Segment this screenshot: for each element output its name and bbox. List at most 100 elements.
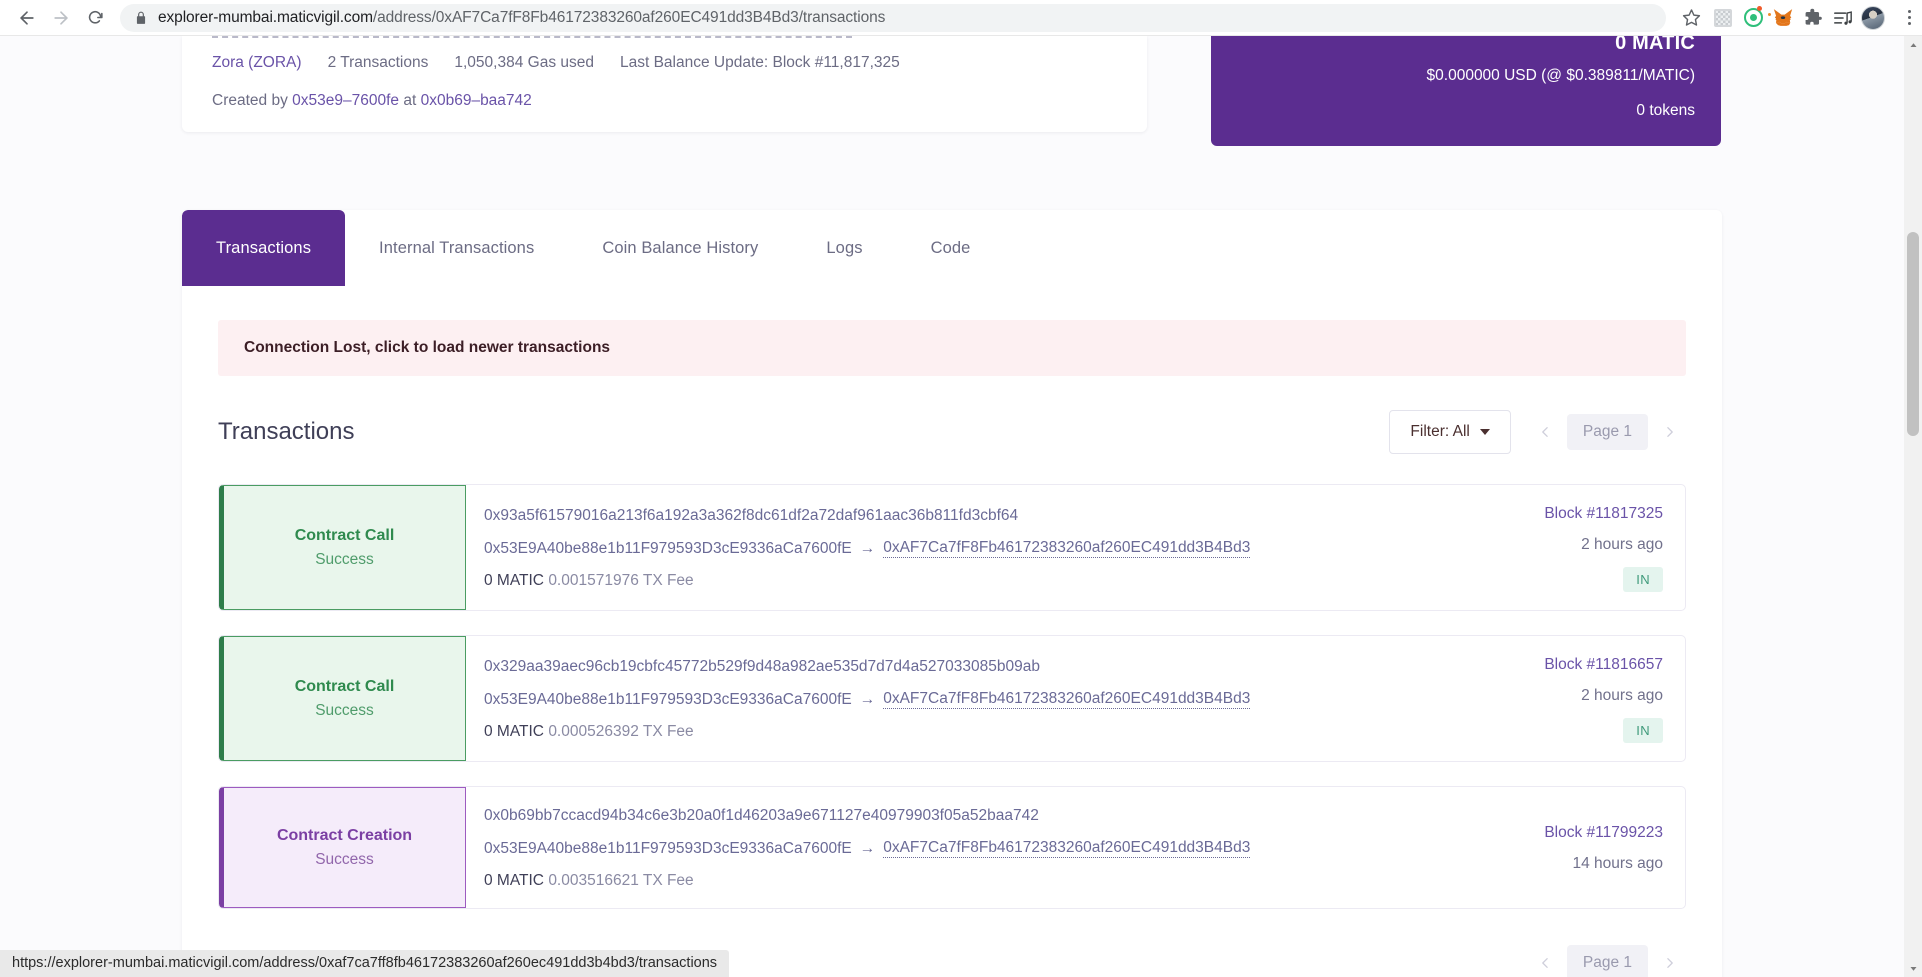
page-title: Transactions <box>218 418 355 445</box>
blockscout-address-page: Zora (ZORA) 2 Transactions 1,050,384 Gas… <box>0 36 1904 977</box>
tx-hash-link[interactable]: 0x93a5f61579016a213f6a192a3a362f8dc61df2… <box>484 507 1461 525</box>
tx-details: 0x329aa39aec96cb19cbfc45772b529f9d48a982… <box>466 636 1485 761</box>
tx-value-line: 0 MATIC 0.000526392 TX Fee <box>484 723 1461 741</box>
tx-type-badge: Contract Creation Success <box>219 787 466 908</box>
reload-button[interactable] <box>78 1 112 35</box>
address-meta-line: Zora (ZORA) 2 Transactions 1,050,384 Gas… <box>212 52 1117 72</box>
tab-transactions[interactable]: Transactions <box>182 210 346 286</box>
tx-fee: 0.000526392 TX Fee <box>548 723 694 740</box>
tx-address-line: 0x53E9A40be88e1b11F979593D3cE9336aCa7600… <box>484 839 1461 858</box>
prev-page-icon[interactable] <box>1529 415 1563 449</box>
filter-label: Filter: All <box>1410 423 1470 440</box>
table-row[interactable]: Contract Call Success 0x329aa39aec96cb19… <box>218 635 1686 762</box>
tx-address-line: 0x53E9A40be88e1b11F979593D3cE9336aCa7600… <box>484 539 1461 558</box>
profile-avatar[interactable] <box>1858 3 1888 33</box>
tx-to-address[interactable]: 0xAF7Ca7fF8Fb46172383260af260EC491dd3B4B… <box>883 539 1251 558</box>
extensions-area <box>1708 3 1896 33</box>
created-by-line: Created by 0x53e9–7600fe at 0x0b69–baa74… <box>212 92 1117 110</box>
tab-coin-balance-history[interactable]: Coin Balance History <box>568 210 792 286</box>
tx-type-label: Contract Creation <box>276 826 413 844</box>
tx-type-badge: Contract Call Success <box>219 636 466 761</box>
tx-address-line: 0x53E9A40be88e1b11F979593D3cE9336aCa7600… <box>484 690 1461 709</box>
tx-block-link[interactable]: Block #11816657 <box>1544 656 1663 674</box>
address-bar[interactable]: explorer-mumbai.maticvigil.com/address/0… <box>120 3 1666 32</box>
tx-meta: Block #11817325 2 hours ago IN <box>1485 485 1685 610</box>
current-page-bottom[interactable]: Page 1 <box>1566 945 1648 977</box>
tx-age: 2 hours ago <box>1581 687 1663 704</box>
balance-card: 0 MATIC $0.000000 USD (@ $0.389811/MATIC… <box>1211 36 1721 146</box>
vertical-scrollbar[interactable] <box>1904 36 1922 977</box>
arrow-right-icon: → <box>859 539 876 557</box>
last-balance-update: Last Balance Update: Block #11,817,325 <box>619 54 900 71</box>
current-page-top[interactable]: Page 1 <box>1566 414 1648 450</box>
next-page-icon[interactable] <box>1652 415 1686 449</box>
tx-to-address[interactable]: 0xAF7Ca7fF8Fb46172383260af260EC491dd3B4B… <box>883 839 1251 858</box>
table-row[interactable]: Contract Call Success 0x93a5f61579016a21… <box>218 484 1686 611</box>
chrome-menu-icon[interactable] <box>1896 3 1922 33</box>
table-row[interactable]: Contract Creation Success 0x0b69bb7ccacd… <box>218 786 1686 909</box>
tx-value-line: 0 MATIC 0.001571976 TX Fee <box>484 572 1461 590</box>
tx-block-link[interactable]: Block #11817325 <box>1544 505 1663 523</box>
tx-age: 14 hours ago <box>1572 855 1664 872</box>
next-page-icon-bottom[interactable] <box>1652 946 1686 977</box>
tx-from-address[interactable]: 0x53E9A40be88e1b11F979593D3cE9336aCa7600… <box>484 840 852 858</box>
browser-toolbar: explorer-mumbai.maticvigil.com/address/0… <box>0 0 1922 36</box>
address-bar-url: explorer-mumbai.maticvigil.com/address/0… <box>158 9 885 27</box>
forward-button[interactable] <box>44 1 78 35</box>
creator-address-link[interactable]: 0x53e9–7600fe <box>292 92 399 109</box>
section-controls: Filter: All Page 1 <box>1389 410 1686 454</box>
filter-dropdown[interactable]: Filter: All <box>1389 410 1511 454</box>
qr-code-icon[interactable] <box>1708 3 1738 33</box>
tx-type-badge: Contract Call Success <box>219 485 466 610</box>
tx-fee: 0.001571976 TX Fee <box>548 572 694 589</box>
tx-status-label: Success <box>315 850 374 868</box>
lock-icon[interactable] <box>134 11 148 25</box>
connection-lost-alert[interactable]: Connection Lost, click to load newer tra… <box>218 320 1686 376</box>
link-status-bar: https://explorer-mumbai.maticvigil.com/a… <box>0 950 730 977</box>
transactions-panel-body: Connection Lost, click to load newer tra… <box>182 286 1722 909</box>
pagination-bottom: Page 1 <box>1529 945 1686 977</box>
tx-block-link[interactable]: Block #11799223 <box>1544 824 1663 842</box>
created-at-label: at <box>403 92 417 109</box>
tab-bar: Transactions Internal Transactions Coin … <box>182 210 1722 286</box>
puzzle-extensions-icon[interactable] <box>1798 3 1828 33</box>
tab-code[interactable]: Code <box>897 210 1005 286</box>
tx-details: 0x0b69bb7ccacd94b34c6e3b20a0f1d46203a9e6… <box>466 787 1485 908</box>
pagination-top: Page 1 <box>1529 414 1686 450</box>
tx-value: 0 MATIC <box>484 872 544 889</box>
tx-from-address[interactable]: 0x53E9A40be88e1b11F979593D3cE9336aCa7600… <box>484 540 852 558</box>
tx-fee: 0.003516621 TX Fee <box>548 872 694 889</box>
reading-list-icon[interactable] <box>1828 3 1858 33</box>
arrow-right-icon: → <box>859 839 876 857</box>
token-count[interactable]: 0 tokens <box>1237 102 1695 120</box>
tx-hash-link[interactable]: 0x0b69bb7ccacd94b34c6e3b20a0f1d46203a9e6… <box>484 807 1461 825</box>
back-button[interactable] <box>10 1 44 35</box>
created-by-label: Created by <box>212 92 288 109</box>
transactions-count: 2 Transactions <box>327 54 429 71</box>
tab-logs[interactable]: Logs <box>792 210 896 286</box>
tx-value: 0 MATIC <box>484 723 544 740</box>
chevron-down-icon <box>1479 429 1490 435</box>
scrollbar-thumb[interactable] <box>1907 232 1919 436</box>
url-domain: explorer-mumbai.maticvigil.com <box>158 8 373 26</box>
tx-type-label: Contract Call <box>294 677 395 695</box>
balance-amount: 0 MATIC <box>1615 36 1695 50</box>
tx-meta: Block #11816657 2 hours ago IN <box>1485 636 1685 761</box>
tx-from-address[interactable]: 0x53E9A40be88e1b11F979593D3cE9336aCa7600… <box>484 691 852 709</box>
scroll-down-icon[interactable] <box>1904 959 1922 977</box>
address-summary-row: Zora (ZORA) 2 Transactions 1,050,384 Gas… <box>0 36 1904 146</box>
tx-status-label: Success <box>315 550 374 568</box>
metamask-fox-icon[interactable] <box>1768 3 1798 33</box>
tx-value-line: 0 MATIC 0.003516621 TX Fee <box>484 872 1461 890</box>
ring-tracker-icon[interactable] <box>1738 3 1768 33</box>
token-name-link[interactable]: Zora (ZORA) <box>212 54 302 72</box>
address-overview-card: Zora (ZORA) 2 Transactions 1,050,384 Gas… <box>182 36 1147 132</box>
scroll-up-icon[interactable] <box>1904 36 1922 54</box>
tab-internal-transactions[interactable]: Internal Transactions <box>345 210 568 286</box>
bookmark-star-icon[interactable] <box>1676 3 1706 33</box>
prev-page-icon-bottom[interactable] <box>1529 946 1563 977</box>
creation-tx-link[interactable]: 0x0b69–baa742 <box>421 92 532 109</box>
tx-to-address[interactable]: 0xAF7Ca7fF8Fb46172383260af260EC491dd3B4B… <box>883 690 1251 709</box>
tx-value: 0 MATIC <box>484 572 544 589</box>
tx-hash-link[interactable]: 0x329aa39aec96cb19cbfc45772b529f9d48a982… <box>484 658 1461 676</box>
